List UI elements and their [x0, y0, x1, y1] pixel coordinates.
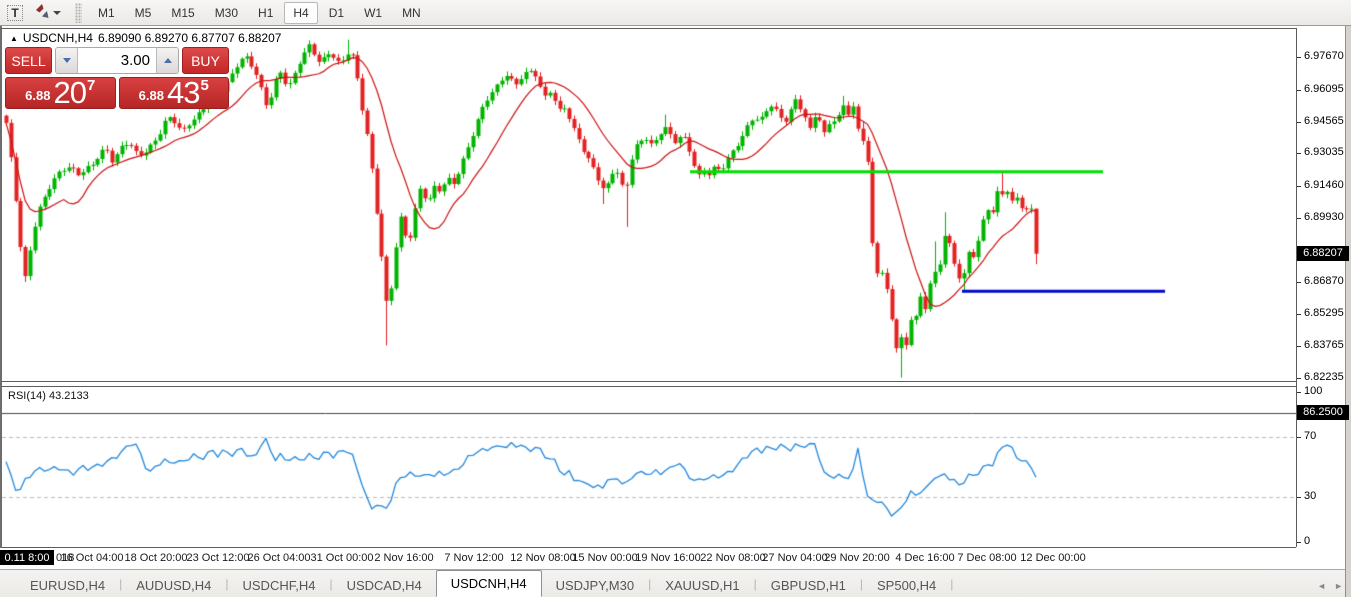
timeframe-buttons: M1M5M15M30H1H4D1W1MN [88, 2, 431, 24]
chart-tab-gbpusd[interactable]: GBPUSD,H1 [757, 573, 860, 597]
chevron-down-icon [53, 11, 61, 15]
sell-price-pip-digit: 7 [87, 77, 95, 94]
tab-scroll-left-icon[interactable]: ◄ [1317, 581, 1326, 591]
chart-tab-bar: EURUSD,H4|AUDUSD,H4|USDCHF,H4|USDCAD,H4U… [0, 569, 1345, 597]
time-axis[interactable]: 0.11 8:00 018 16 Oct 04:0018 Oct 20:0023… [0, 548, 1345, 569]
chart-tab-usdcnh[interactable]: USDCNH,H4 [436, 570, 542, 597]
time-axis-label: 27 Nov 04:00 [762, 552, 827, 564]
chart-tab-usdjpy[interactable]: USDJPY,M30 [542, 573, 649, 597]
timeframe-button-D1[interactable]: D1 [320, 2, 353, 24]
chart-tab-usdchf[interactable]: USDCHF,H4 [229, 573, 330, 597]
time-axis-label: 22 Nov 08:00 [700, 552, 765, 564]
price-axis-tick: 6.82235 [1304, 371, 1344, 383]
time-axis-label: 7 Nov 12:00 [444, 552, 503, 564]
pane-splitter-top[interactable] [2, 381, 1296, 382]
chart-tab-audusd[interactable]: AUDUSD,H4 [122, 573, 225, 597]
time-axis-label: 16 Oct 04:00 [61, 552, 124, 564]
rsi-axis-tick: 30 [1304, 490, 1316, 502]
tab-scroll-right-icon[interactable]: ► [1334, 581, 1343, 591]
tab-separator: | [950, 577, 953, 591]
chart-ohlc: 6.89090 6.89270 6.87707 6.88207 [98, 31, 282, 45]
rsi-axis-tick: 100 [1304, 385, 1322, 397]
volume-input[interactable]: 3.00 [78, 48, 156, 73]
text-tool-icon: T [7, 5, 23, 21]
arrows-icon [34, 3, 50, 22]
time-cursor-marker: 0.11 8:00 [0, 550, 54, 565]
time-axis-label: 23 Oct 12:00 [187, 552, 250, 564]
buy-price-big-digits: 43 [167, 80, 199, 106]
price-axis-tick: 6.83765 [1304, 339, 1344, 351]
time-axis-label: 29 Nov 20:00 [824, 552, 889, 564]
time-axis-label: 2 Nov 16:00 [374, 552, 433, 564]
timeframe-button-H1[interactable]: H1 [249, 2, 282, 24]
chart-title: ▲ USDCNH,H4 6.89090 6.89270 6.87707 6.88… [10, 31, 281, 45]
price-axis-tick: 6.91460 [1304, 179, 1344, 191]
time-axis-label: 18 Oct 20:00 [125, 552, 188, 564]
current-price-marker: 6.88207 [1297, 246, 1349, 261]
timeframe-button-M15[interactable]: M15 [162, 2, 203, 24]
time-axis-label: 26 Oct 04:00 [248, 552, 311, 564]
time-axis-label: 12 Dec 00:00 [1020, 552, 1085, 564]
price-axis-tick: 6.94565 [1304, 115, 1344, 127]
chart-tab-eurusd[interactable]: EURUSD,H4 [16, 573, 119, 597]
one-click-trade-panel: SELL 3.00 BUY 6.88 20 7 6.88 43 5 [5, 47, 229, 109]
volume-decrease-button[interactable] [56, 48, 78, 73]
arrow-objects-button[interactable] [27, 2, 67, 24]
price-axis-tick: 6.86870 [1304, 275, 1344, 287]
price-axis-tick: 6.89930 [1304, 211, 1344, 223]
text-label-tool-button[interactable]: T [3, 2, 27, 24]
volume-stepper: 3.00 [55, 47, 179, 74]
time-axis-label: 12 Nov 08:00 [510, 552, 575, 564]
tab-scroll-buttons: ◄ ► [1317, 581, 1343, 591]
time-axis-label: 4 Dec 16:00 [895, 552, 954, 564]
buy-button[interactable]: BUY [182, 47, 229, 74]
timeframe-button-H4[interactable]: H4 [284, 2, 317, 24]
timeframe-button-W1[interactable]: W1 [355, 2, 391, 24]
buy-price-prefix: 6.88 [139, 88, 164, 103]
rsi-indicator-canvas[interactable] [2, 387, 1296, 547]
price-pane-top-border [2, 28, 1296, 29]
window-right-edge[interactable] [1345, 26, 1351, 597]
sell-price-big-digits: 20 [53, 80, 85, 106]
caret-down-icon [63, 58, 71, 63]
caret-up-icon [164, 58, 172, 63]
chart-tab-usdcad[interactable]: USDCAD,H4 [333, 573, 436, 597]
pane-splitter-bottom[interactable] [2, 386, 1296, 387]
sell-button[interactable]: SELL [5, 47, 52, 74]
toolbar: T M1M5M15M30H1H4D1W1MN [0, 0, 1351, 26]
timeframe-button-M1[interactable]: M1 [89, 2, 124, 24]
timeframe-button-MN[interactable]: MN [393, 2, 430, 24]
price-axis-tick: 6.97670 [1304, 50, 1344, 62]
chart-symbol: USDCNH,H4 [23, 31, 93, 45]
volume-increase-button[interactable] [156, 48, 178, 73]
time-axis-label: 7 Dec 08:00 [957, 552, 1016, 564]
rsi-axis-tick: 0 [1304, 535, 1310, 547]
buy-price-pip-digit: 5 [200, 77, 208, 94]
sell-price-prefix: 6.88 [25, 88, 50, 103]
rsi-axis-tick: 70 [1304, 430, 1316, 442]
time-axis-label: 31 Oct 00:00 [311, 552, 374, 564]
sell-price-display[interactable]: 6.88 20 7 [5, 77, 116, 109]
rsi-level-marker: 86.2500 [1297, 405, 1349, 420]
timeframe-button-M30[interactable]: M30 [206, 2, 247, 24]
price-axis-tick: 6.85295 [1304, 307, 1344, 319]
price-axis-tick: 6.96095 [1304, 83, 1344, 95]
rsi-indicator-label: RSI(14) 43.2133 [8, 390, 89, 402]
symbol-direction-icon: ▲ [10, 34, 18, 43]
price-axis-tick: 6.93035 [1304, 146, 1344, 158]
chart-tab-sp500[interactable]: SP500,H4 [863, 573, 950, 597]
time-axis-label: 19 Nov 16:00 [635, 552, 700, 564]
axis-separator-line [1296, 28, 1297, 547]
toolbar-separator [75, 3, 82, 23]
mt4-window: T M1M5M15M30H1H4D1W1MN ▲ USDCNH,H4 6.890… [0, 0, 1351, 597]
time-axis-label: 15 Nov 00:00 [572, 552, 637, 564]
buy-price-display[interactable]: 6.88 43 5 [119, 77, 230, 109]
chart-tab-xauusd[interactable]: XAUUSD,H1 [651, 573, 753, 597]
timeframe-button-M5[interactable]: M5 [126, 2, 161, 24]
